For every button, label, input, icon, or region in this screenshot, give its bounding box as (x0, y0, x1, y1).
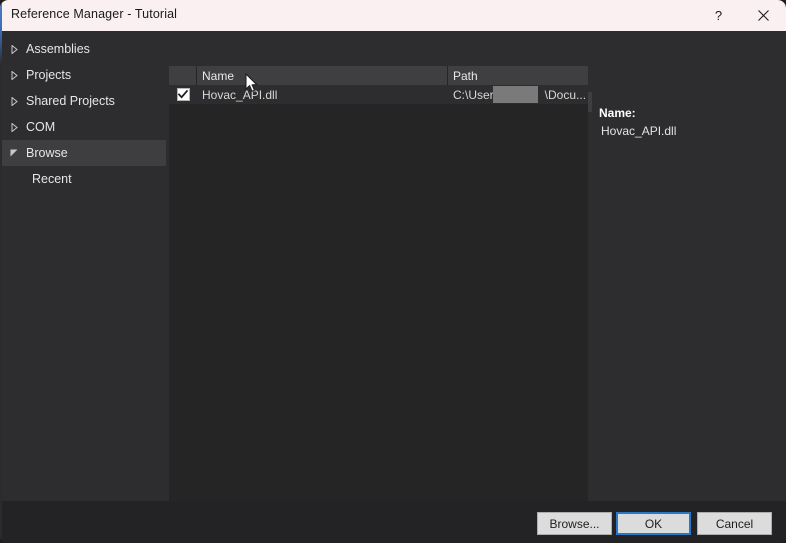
column-header-path[interactable]: Path (448, 66, 588, 85)
ok-button[interactable]: OK (616, 512, 691, 535)
sidebar-item-shared-projects[interactable]: Shared Projects (0, 88, 166, 114)
row-path-cell: C:\Users \Docu... (448, 85, 588, 104)
sidebar-item-recent[interactable]: Recent (0, 166, 166, 192)
sidebar-item-browse[interactable]: Browse (0, 140, 166, 166)
chevron-right-icon (6, 122, 22, 132)
row-name-cell: Hovac_API.dll (202, 87, 278, 102)
cancel-button[interactable]: Cancel (697, 512, 772, 535)
help-button[interactable]: ? (696, 0, 741, 31)
sidebar-item-assemblies[interactable]: Assemblies (0, 36, 166, 62)
question-mark-icon: ? (714, 8, 723, 23)
row-checkbox-cell[interactable] (169, 85, 197, 104)
detail-name-value: Hovac_API.dll (601, 124, 677, 138)
path-redaction-block (493, 86, 538, 103)
browse-button[interactable]: Browse... (537, 512, 612, 535)
sidebar-item-label: Assemblies (26, 42, 90, 56)
dialog-footer: Browse... OK Cancel (0, 501, 786, 543)
chevron-right-icon (6, 70, 22, 80)
row-path-suffix: \Docu... (544, 87, 587, 102)
detail-panel: Name: Hovac_API.dll (588, 66, 786, 501)
sidebar: Assemblies Projects Shared Projects COM (0, 31, 166, 501)
reference-list-panel: Name Path Hovac_API.dll C:\Users \Docu..… (169, 66, 588, 501)
sidebar-item-projects[interactable]: Projects (0, 62, 166, 88)
window-title: Reference Manager - Tutorial (11, 7, 178, 21)
sidebar-item-label: Browse (26, 146, 68, 160)
column-header-checkbox[interactable] (169, 66, 197, 85)
chevron-right-icon (6, 96, 22, 106)
title-bar: Reference Manager - Tutorial ? (0, 0, 786, 31)
close-icon (758, 10, 769, 21)
close-button[interactable] (741, 0, 786, 31)
list-rows: Hovac_API.dll C:\Users \Docu... (169, 85, 588, 501)
sidebar-item-com[interactable]: COM (0, 114, 166, 140)
column-header-name[interactable]: Name (197, 66, 448, 85)
row-checkbox[interactable] (176, 88, 190, 101)
chevron-right-icon (6, 44, 22, 54)
chevron-down-icon (6, 149, 22, 157)
sidebar-item-label: Projects (26, 68, 72, 82)
list-header-row: Name Path (169, 66, 588, 85)
sidebar-item-label: Recent (32, 172, 72, 186)
detail-name-label: Name: (599, 106, 636, 120)
table-row[interactable]: Hovac_API.dll C:\Users \Docu... (169, 85, 588, 104)
sidebar-item-label: Shared Projects (26, 94, 115, 108)
reference-manager-dialog: Reference Manager - Tutorial ? Assemblie… (0, 0, 786, 543)
panel-splitter[interactable] (588, 92, 592, 112)
sidebar-item-label: COM (26, 120, 56, 134)
dialog-body: Assemblies Projects Shared Projects COM (0, 31, 786, 501)
